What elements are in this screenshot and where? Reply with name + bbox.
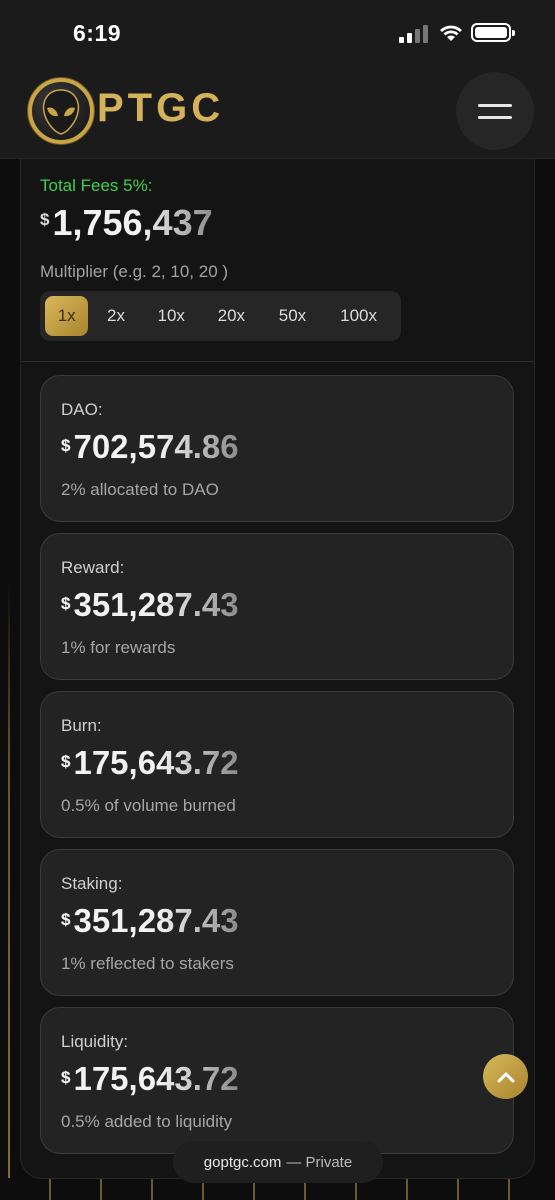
card-value: $175,643.72 (61, 744, 239, 782)
fee-card-reward: Reward: $351,287.43 1% for rewards (40, 533, 514, 680)
total-fees-label: Total Fees 5%: (40, 176, 153, 195)
card-amount: 351,287.43 (73, 586, 239, 623)
card-amount: 175,643.72 (73, 1060, 239, 1097)
card-amount: 702,574.86 (73, 428, 239, 465)
currency-symbol: $ (61, 910, 71, 929)
currency-symbol: $ (61, 436, 71, 455)
card-label: Reward: (61, 558, 125, 577)
fee-card-dao: DAO: $702,574.86 2% allocated to DAO (40, 375, 514, 522)
currency-symbol: $ (40, 210, 50, 229)
chevron-up-icon (497, 1072, 514, 1082)
multiplier-option-20x[interactable]: 20x (199, 296, 264, 336)
scroll-to-top-button[interactable] (483, 1054, 528, 1099)
card-value: $351,287.43 (61, 586, 239, 624)
total-fees-value: $ 1,756,437 (40, 202, 213, 244)
page: 6:19 PTGC Total Fees 5%: $ 1,756,437 Mul… (0, 0, 555, 1200)
alien-logo-icon[interactable] (28, 78, 94, 144)
multiplier-option-1x[interactable]: 1x (45, 296, 89, 336)
fee-card-staking: Staking: $351,287.43 1% reflected to sta… (40, 849, 514, 996)
card-description: 0.5% added to liquidity (61, 1112, 233, 1131)
multiplier-option-100x[interactable]: 100x (321, 296, 396, 336)
card-description: 1% for rewards (61, 638, 176, 657)
card-label: Liquidity: (61, 1032, 129, 1051)
card-label: Burn: (61, 716, 102, 735)
fee-card-liquidity: Liquidity: $175,643.72 0.5% added to liq… (40, 1007, 514, 1154)
multiplier-label: Multiplier (e.g. 2, 10, 20 ) (40, 262, 229, 281)
status-time: 6:19 (73, 20, 122, 46)
multiplier-selector: 1x 2x 10x 20x 50x 100x (40, 291, 401, 341)
cellular-signal-icon (399, 25, 429, 43)
total-fees-amount: 1,756,437 (52, 202, 213, 243)
private-mode-label: — Private (286, 1153, 353, 1171)
card-amount: 351,287.43 (73, 902, 239, 939)
logo-text[interactable]: PTGC (97, 86, 224, 131)
gold-decor-line (8, 580, 10, 1200)
multiplier-option-2x[interactable]: 2x (88, 296, 143, 336)
card-value: $702,574.86 (61, 428, 239, 466)
card-description: 0.5% of volume burned (61, 796, 236, 815)
card-label: DAO: (61, 400, 103, 419)
hamburger-menu-button[interactable] (456, 72, 534, 150)
wifi-icon (440, 25, 462, 41)
card-label: Staking: (61, 874, 123, 893)
card-description: 2% allocated to DAO (61, 480, 219, 499)
menu-icon-line (478, 103, 512, 107)
multiplier-option-50x[interactable]: 50x (264, 296, 321, 336)
currency-symbol: $ (61, 594, 71, 613)
card-value: $351,287.43 (61, 902, 239, 940)
battery-icon (471, 23, 515, 42)
currency-symbol: $ (61, 1068, 71, 1087)
fee-card-burn: Burn: $175,643.72 0.5% of volume burned (40, 691, 514, 838)
card-description: 1% reflected to stakers (61, 954, 234, 973)
card-amount: 175,643.72 (73, 744, 239, 781)
multiplier-option-10x[interactable]: 10x (144, 296, 199, 336)
url-text: goptgc.com (203, 1153, 282, 1171)
status-bar: 6:19 (0, 0, 555, 64)
currency-symbol: $ (61, 752, 71, 771)
menu-icon-line (478, 115, 512, 119)
section-divider (21, 361, 534, 362)
site-header: PTGC (0, 64, 555, 159)
card-value: $175,643.72 (61, 1060, 239, 1098)
browser-url-bar[interactable]: goptgc.com — Private (173, 1141, 383, 1183)
